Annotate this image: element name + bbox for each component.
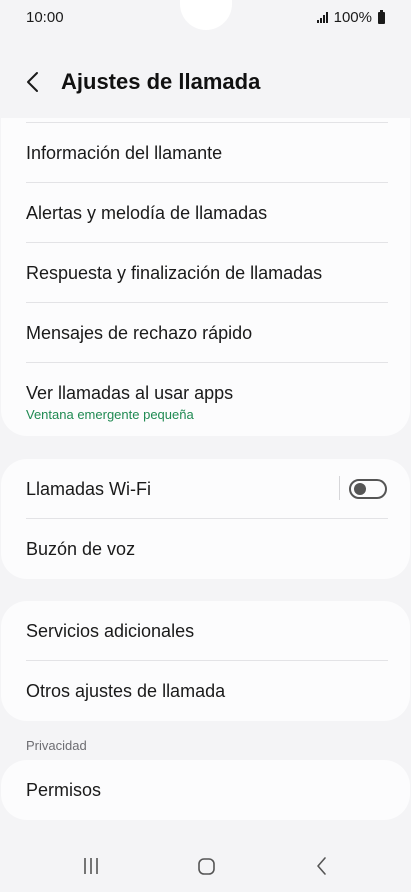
signal-icon	[316, 12, 328, 23]
call-alerts-ringtone-item[interactable]: Alertas y melodía de llamadas	[1, 183, 410, 243]
item-sublabel: Ventana emergente pequeña	[26, 407, 194, 422]
item-label: Llamadas Wi-Fi	[26, 479, 152, 499]
status-time: 10:00	[26, 9, 64, 26]
wifi-calling-item[interactable]: Llamadas Wi-Fi	[1, 459, 410, 519]
voicemail-item[interactable]: Buzón de voz	[1, 519, 410, 579]
item-label: Servicios adicionales	[26, 621, 195, 641]
privacy-section-title: Privacidad	[26, 738, 87, 753]
toggle-separator	[339, 476, 340, 500]
item-label: Respuesta y finalización de llamadas	[26, 263, 323, 283]
page-title: Ajustes de llamada	[61, 69, 261, 94]
item-label: Información del llamante	[26, 143, 223, 163]
app-header: Ajustes de llamada	[0, 60, 411, 104]
item-label: Otros ajustes de llamada	[26, 681, 226, 701]
camera-notch	[180, 0, 232, 30]
privacy-card: Permisos	[1, 760, 410, 820]
answer-end-calls-item[interactable]: Respuesta y finalización de llamadas	[1, 243, 410, 303]
other-call-settings-item[interactable]: Otros ajustes de llamada	[1, 661, 410, 721]
wifi-voicemail-card: Llamadas Wi-Fi Buzón de voz	[1, 459, 410, 579]
status-indicators: 100%	[316, 9, 385, 26]
wifi-calling-toggle[interactable]	[349, 479, 387, 499]
item-label: Ver llamadas al usar apps	[26, 383, 234, 403]
back-icon[interactable]	[301, 852, 341, 880]
toggle-knob	[354, 483, 366, 495]
home-icon[interactable]	[186, 852, 226, 880]
battery-percentage: 100%	[333, 9, 372, 26]
battery-icon	[378, 9, 385, 24]
view-calls-in-apps-item[interactable]: Ver llamadas al usar apps Ventana emerge…	[1, 363, 410, 436]
quick-decline-messages-item[interactable]: Mensajes de rechazo rápido	[1, 303, 410, 363]
item-label: Alertas y melodía de llamadas	[26, 203, 268, 223]
call-settings-card: Información del llamante Alertas y melod…	[1, 118, 410, 436]
navigation-bar	[0, 838, 411, 892]
caller-info-item[interactable]: Información del llamante	[1, 123, 410, 183]
item-label: Mensajes de rechazo rápido	[26, 323, 253, 343]
item-label: Buzón de voz	[26, 539, 136, 559]
permissions-item[interactable]: Permisos	[1, 760, 410, 820]
additional-settings-card: Servicios adicionales Otros ajustes de l…	[1, 601, 410, 721]
item-label: Permisos	[26, 780, 102, 800]
chevron-left-icon[interactable]	[22, 68, 46, 96]
status-bar: 10:00 100%	[0, 0, 411, 34]
recents-icon[interactable]	[71, 852, 111, 880]
additional-services-item[interactable]: Servicios adicionales	[1, 601, 410, 661]
